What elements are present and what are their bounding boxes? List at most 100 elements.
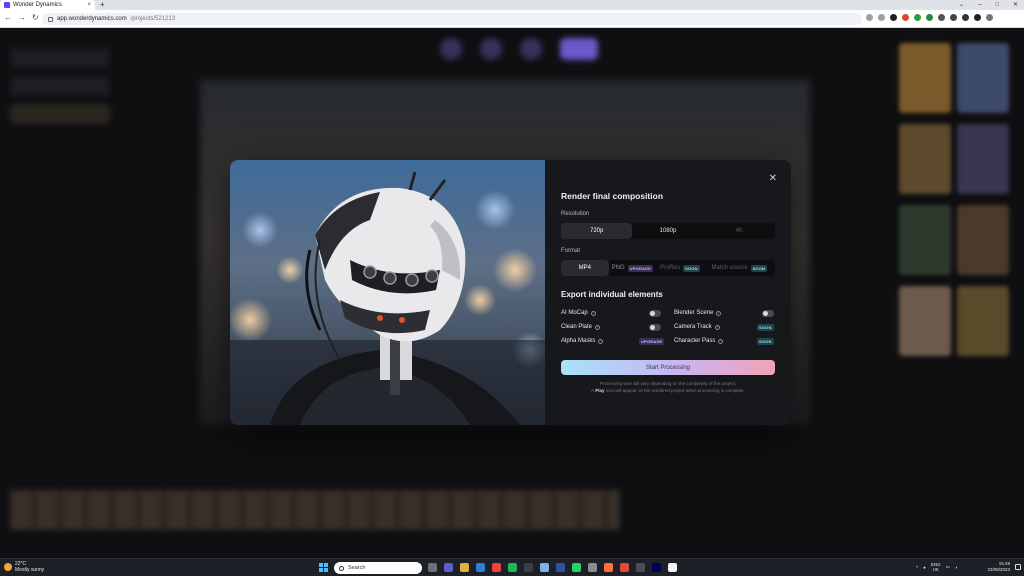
language-region: UK [932, 567, 939, 572]
extension-icon[interactable] [938, 14, 945, 21]
start-processing-button[interactable]: Start Processing [561, 360, 775, 375]
element-clean-plate: Clean Plate i [561, 324, 601, 330]
info-icon[interactable]: i [595, 324, 601, 330]
resolution-option-720p[interactable]: 720p [561, 223, 633, 239]
profile-avatar[interactable] [974, 14, 981, 21]
new-tab-button[interactable]: + [100, 0, 105, 10]
robot-illustration [230, 171, 545, 425]
resolution-label: Resolution [561, 211, 590, 217]
puzzle-icon[interactable] [950, 14, 957, 21]
language-indicator[interactable]: ENG UK [931, 562, 941, 572]
element-ai-mocap: AI MoCap i [561, 310, 596, 316]
share-icon[interactable] [866, 14, 873, 21]
chrome-icon[interactable] [492, 563, 501, 572]
microphone-icon[interactable]: ● [923, 565, 926, 570]
blurred-toolbar [440, 38, 600, 62]
mail-icon[interactable] [540, 563, 549, 572]
tab-strip: Wonder Dynamics × + ⌄ – □ ✕ [0, 0, 1024, 10]
after-effects-icon[interactable] [652, 563, 661, 572]
app-icon[interactable] [636, 563, 645, 572]
app-icon[interactable] [524, 563, 533, 572]
bookmark-star-icon[interactable] [878, 14, 885, 21]
format-option-label: ProRes [660, 265, 681, 271]
start-button[interactable] [319, 563, 328, 572]
info-icon[interactable]: i [590, 310, 596, 316]
element-label: Character Pass [674, 338, 716, 344]
blurred-character-library [896, 40, 1016, 470]
display-icon[interactable]: ▭ [946, 564, 950, 570]
forward-icon[interactable]: → [18, 13, 26, 22]
teams-icon[interactable] [444, 563, 453, 572]
sun-icon [4, 563, 12, 571]
clean-plate-toggle[interactable] [649, 324, 661, 331]
render-dialog: ✕ Render final composition Resolution 72… [230, 160, 791, 425]
taskbar-apps [428, 563, 677, 572]
firefox-icon[interactable] [604, 563, 613, 572]
url-path: /projects/521213 [130, 16, 176, 22]
minimize-icon[interactable]: – [978, 0, 981, 10]
extension-icon[interactable] [902, 14, 909, 21]
element-label: AI MoCap [561, 310, 588, 316]
element-label: Clean Plate [561, 324, 593, 330]
render-settings-panel: ✕ Render final composition Resolution 72… [545, 160, 791, 425]
notifications-icon[interactable] [1015, 564, 1021, 570]
system-tray: ^ ● ENG UK ▭ ◖ [916, 562, 958, 572]
url-input[interactable]: app.wonderdynamics.com/projects/521213 [42, 13, 862, 25]
format-option-label: Match source [711, 265, 748, 271]
taskbar-search[interactable]: Search [334, 562, 422, 574]
ai-mocap-toggle[interactable] [649, 310, 661, 317]
sidepanel-icon[interactable] [962, 14, 969, 21]
alpha-masks-upgrade-badge[interactable]: UPGRADE [639, 338, 665, 345]
element-blender-scene: Blender Scene i [674, 310, 722, 316]
camera-track-soon-badge: SOON [757, 324, 774, 331]
info-icon[interactable]: i [598, 338, 604, 344]
info-icon[interactable]: i [714, 324, 720, 330]
file-explorer-icon[interactable] [460, 563, 469, 572]
lock-icon[interactable] [48, 16, 53, 22]
close-window-icon[interactable]: ✕ [1013, 0, 1018, 10]
close-icon[interactable]: ✕ [769, 173, 777, 184]
tab-close-icon[interactable]: × [87, 2, 91, 8]
tab-search-icon[interactable]: ⌄ [959, 0, 964, 10]
task-view-icon[interactable] [428, 563, 437, 572]
resolution-option-label: 1080p [659, 228, 677, 234]
extension-icon[interactable] [914, 14, 921, 21]
clock[interactable]: 15:49 23/08/2023 [987, 561, 1010, 573]
resolution-option-1080p[interactable]: 1080p [632, 223, 703, 239]
format-option-mp4[interactable]: MP4 [561, 260, 609, 276]
extension-icon[interactable] [926, 14, 933, 21]
back-icon[interactable]: ← [4, 13, 12, 22]
clock-date: 23/08/2023 [987, 567, 1010, 572]
format-option-prores: ProRes SOON [656, 260, 704, 276]
format-option-png[interactable]: PNG UPGRADE [609, 260, 657, 276]
blender-scene-toggle[interactable] [762, 310, 774, 317]
resolution-option-label: 720p [589, 228, 604, 234]
weather-widget[interactable]: 22°C Mostly sunny [4, 561, 44, 573]
blurred-timeline [10, 490, 620, 530]
reload-icon[interactable]: ↻ [32, 13, 39, 22]
export-elements-title: Export individual elements [561, 290, 663, 299]
word-icon[interactable] [556, 563, 565, 572]
character-pass-soon-badge: SOON [757, 338, 774, 345]
tab-wonder-dynamics[interactable]: Wonder Dynamics × [0, 0, 95, 10]
whatsapp-icon[interactable] [572, 563, 581, 572]
chrome-icon[interactable] [668, 563, 677, 572]
upgrade-badge: UPGRADE [627, 264, 654, 272]
info-icon[interactable]: i [718, 338, 724, 344]
spotify-icon[interactable] [508, 563, 517, 572]
element-alpha-masks: Alpha Masks i [561, 338, 604, 344]
volume-icon[interactable]: ◖ [955, 565, 958, 570]
store-icon[interactable] [476, 563, 485, 572]
blurred-project-list [10, 40, 110, 170]
robot-preview-image [230, 160, 545, 425]
chevron-up-icon[interactable]: ^ [916, 565, 918, 570]
app-icon[interactable] [620, 563, 629, 572]
dialog-title: Render final composition [561, 191, 664, 201]
format-selector: MP4 PNG UPGRADE ProRes SOON Match source SO… [561, 260, 775, 276]
extension-icon[interactable] [890, 14, 897, 21]
info-icon[interactable]: i [716, 310, 722, 316]
snipping-tool-icon[interactable] [588, 563, 597, 572]
menu-kebab-icon[interactable] [986, 14, 993, 21]
maximize-icon[interactable]: □ [995, 0, 999, 10]
soon-badge: SOON [750, 264, 768, 272]
